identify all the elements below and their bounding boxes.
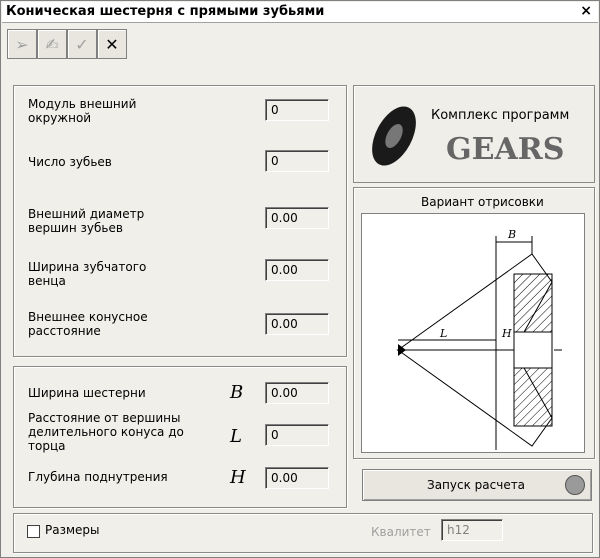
param-label-width: Ширина зубчатого венца — [28, 260, 147, 288]
param-label-teeth: Число зубьев — [28, 155, 112, 169]
gear-icon — [372, 106, 416, 166]
param-label-module: Модуль внешний окружной — [28, 97, 137, 125]
logo-line2: GEARS — [446, 132, 565, 167]
cross-icon[interactable]: ✕ — [97, 29, 127, 59]
run-calculation-button[interactable]: Запуск расчета — [362, 469, 592, 501]
cone-distance-field[interactable]: 0.00 — [265, 313, 329, 335]
drawing-title: Вариант отрисовки — [421, 195, 544, 209]
calculator-icon — [565, 475, 585, 495]
dim-label-undercut: Глубина поднутрения — [28, 470, 168, 484]
param-label-diameter: Внешний диаметр вершин зубьев — [28, 207, 145, 235]
sizes-label: Размеры — [45, 523, 100, 537]
footer-panel — [13, 513, 593, 553]
undercut-field[interactable]: 0.00 — [265, 467, 329, 489]
title-bar: Коническая шестерня с прямыми зубьями × — [2, 2, 598, 23]
distance-field[interactable]: 0 — [265, 424, 329, 446]
logo-line1: Комплекс программ — [431, 108, 570, 123]
label-l: L — [439, 327, 447, 340]
param-label-cone: Внешнее конусное расстояние — [28, 310, 148, 338]
rim-width-field[interactable]: 0.00 — [265, 259, 329, 281]
close-button[interactable]: × — [580, 3, 592, 19]
teeth-field[interactable]: 0 — [265, 150, 329, 172]
gear-drawing: B L H — [361, 213, 585, 453]
main-window: Коническая шестерня с прямыми зубьями × … — [0, 0, 600, 558]
kvalitet-label: Квалитет — [371, 525, 431, 539]
check-icon[interactable]: ✓ — [67, 29, 97, 59]
module-field[interactable]: 0 — [265, 99, 329, 121]
toolbar: ➢ ✍ ✓ ✕ — [7, 29, 127, 59]
gear-width-field[interactable]: 0.00 — [265, 382, 329, 404]
symbol-l: L — [230, 426, 242, 447]
run-button-label: Запуск расчета — [427, 478, 526, 492]
diameter-field[interactable]: 0.00 — [265, 207, 329, 229]
sizes-checkbox[interactable] — [27, 525, 40, 538]
cone-gear-diagram: B L H — [396, 228, 562, 450]
arrow-icon[interactable]: ➢ — [7, 29, 37, 59]
dim-label-width: Ширина шестерни — [28, 386, 146, 400]
pencil-icon[interactable]: ✍ — [37, 29, 67, 59]
window-title: Коническая шестерня с прямыми зубьями — [6, 4, 325, 19]
kvalitet-field[interactable]: h12 — [441, 519, 503, 541]
dim-label-distance: Расстояние от вершины делительного конус… — [28, 411, 184, 453]
label-h: H — [501, 327, 512, 340]
symbol-b: B — [230, 382, 244, 403]
gears-logo-panel: Комплекс программ GEARS — [353, 85, 595, 183]
label-b: B — [507, 228, 516, 241]
symbol-h: H — [230, 467, 246, 488]
